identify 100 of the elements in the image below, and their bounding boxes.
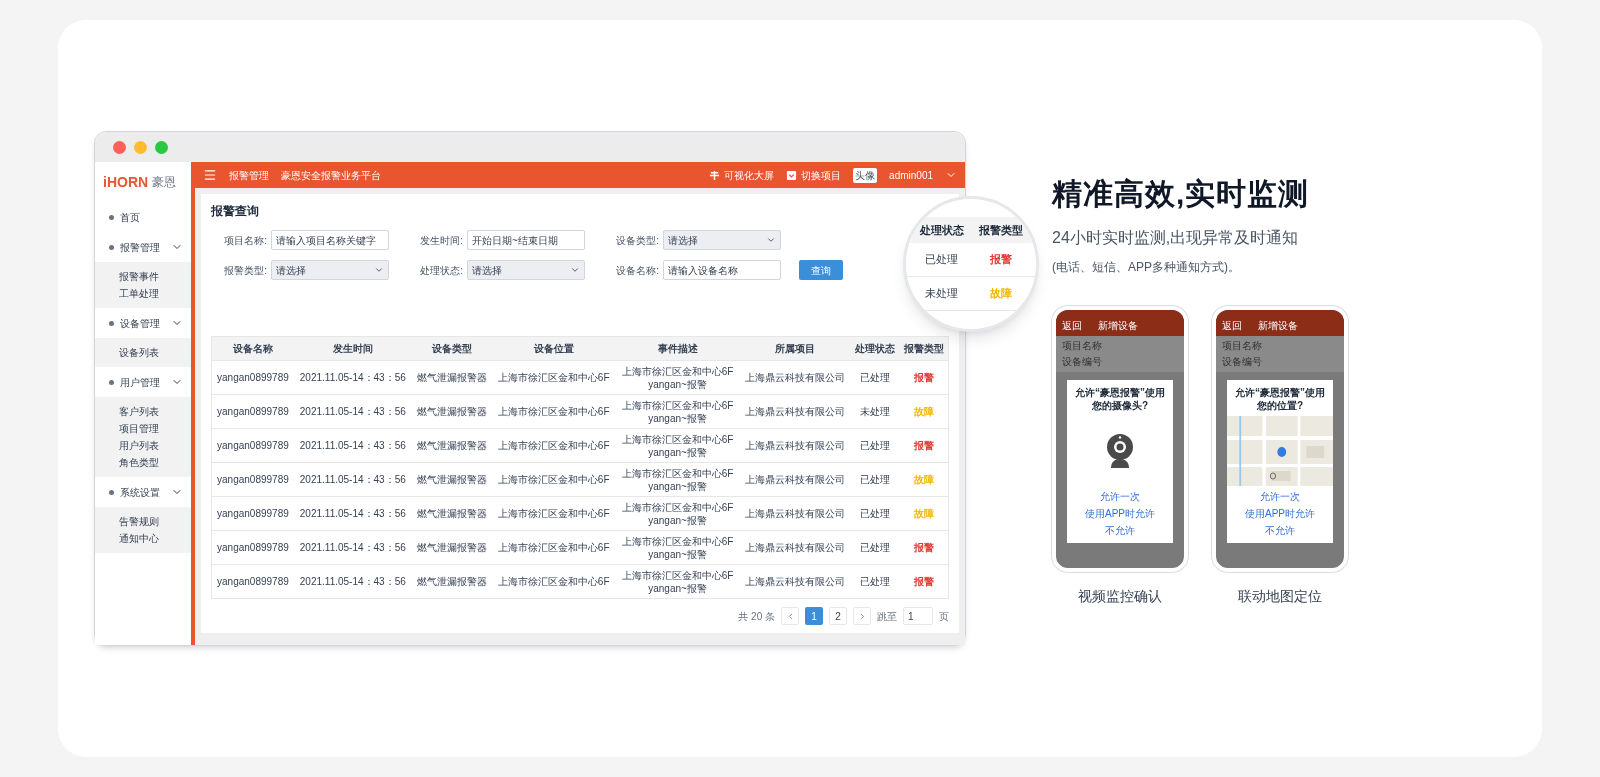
header-link[interactable]: 切换项目 [801, 167, 842, 183]
table-cell: 上海市徐汇区金和中心6F yangan~报警 [615, 564, 740, 599]
menu-icon[interactable] [203, 168, 217, 182]
table-cell: 燃气泄漏报警器 [411, 462, 492, 497]
table-cell: 2021.11.05-14：43：56 [293, 428, 412, 463]
filter-label: 项目名称: [223, 233, 267, 248]
table-cell: yangan0899789 [211, 564, 294, 599]
column-header: 处理状态 [851, 336, 900, 361]
page-input[interactable]: 1 [903, 607, 933, 625]
table-cell: 上海市徐汇区金和中心6F yangan~报警 [615, 428, 740, 463]
table-cell: 已处理 [851, 360, 900, 395]
table-cell: yangan0899789 [211, 428, 294, 463]
input-field[interactable]: 请输入设备名称 [663, 260, 781, 280]
screen-title: 新增设备 [1098, 318, 1138, 333]
sidebar-item[interactable]: 首页 [95, 202, 191, 232]
dialog-option[interactable]: 使用APP时允许 [1245, 506, 1315, 520]
logo-name: 豪恩 [152, 174, 177, 191]
next-page-button[interactable] [853, 607, 871, 625]
select-field[interactable]: 请选择 [271, 260, 389, 280]
table-cell: yangan0899789 [211, 360, 294, 395]
form-label: 项目名称 [1222, 338, 1263, 353]
feature-subtitle: 24小时实时监测,出现异常及时通知 [1052, 227, 1300, 248]
table-cell: 燃气泄漏报警器 [411, 394, 492, 429]
screen-title: 新增设备 [1258, 318, 1298, 333]
table-cell: 已处理 [851, 462, 900, 497]
sidebar-item[interactable]: 报警管理 [95, 232, 191, 262]
submenu-item[interactable]: 工单处理 [95, 285, 191, 302]
select-field[interactable]: 请选择 [467, 260, 585, 280]
logo-brand: iHORN [103, 172, 149, 192]
dialog-option[interactable]: 允许一次 [1260, 489, 1300, 503]
chevron-down-icon [374, 265, 384, 275]
column-header: 设备名称 [211, 336, 294, 361]
table-cell: 上海市徐汇区金和中心6F [491, 530, 616, 565]
filter-label: 设备类型: [615, 233, 659, 248]
total-count: 共 20 条 [738, 609, 775, 624]
back-link[interactable]: 返回 [1062, 317, 1098, 333]
column-header: 发生时间 [293, 336, 412, 361]
column-header: 设备类型 [411, 336, 492, 361]
submenu-item[interactable]: 设备列表 [95, 344, 191, 361]
submenu-item[interactable]: 客户列表 [95, 403, 191, 420]
sidebar-item[interactable]: 系统设置 [95, 477, 191, 507]
table-cell: yangan0899789 [211, 394, 294, 429]
page-button[interactable]: 2 [829, 607, 847, 625]
header-link[interactable]: 可视化大屏 [724, 167, 775, 183]
alarm-tag: 报警 [971, 251, 1030, 268]
table-cell: 上海市徐汇区金和中心6F [491, 496, 616, 531]
dialog-title: 允许“豪恩报警”使用您的位置? [1234, 385, 1326, 412]
dialog-option[interactable]: 使用APP时允许 [1085, 506, 1155, 520]
sidebar-item[interactable]: 设备管理 [95, 308, 191, 338]
input-field[interactable]: 请输入项目名称关键字 [271, 230, 389, 250]
submenu-item[interactable]: 通知中心 [95, 530, 191, 547]
column-header: 报警类型 [977, 222, 1024, 238]
dialog-option[interactable]: 不允许 [1265, 523, 1295, 537]
submenu-item[interactable]: 告警规则 [95, 513, 191, 530]
column-header: 事件描述 [615, 336, 740, 361]
column-header: 设备位置 [491, 336, 616, 361]
table-cell: 未处理 [851, 394, 900, 429]
page-title: 报警查询 [211, 203, 259, 220]
previous-page-button[interactable] [781, 607, 799, 625]
table-cell: 已处理 [851, 564, 900, 599]
form-label: 设备编号 [1062, 354, 1103, 369]
table-cell: 2021.11.05-14：43：56 [293, 462, 412, 497]
table-cell: 上海鼎云科技有限公司 [739, 564, 852, 599]
alarm-tag: 报警 [913, 542, 934, 553]
submenu-item[interactable]: 角色类型 [95, 454, 191, 471]
dialog-title: 允许“豪恩报警”使用您的摄像头? [1074, 385, 1166, 412]
submenu-item[interactable]: 报警事件 [95, 268, 191, 285]
filter-label: 处理状态: [419, 263, 463, 278]
table-cell: 上海市徐汇区金和中心6F yangan~报警 [615, 530, 740, 565]
table-cell: 燃气泄漏报警器 [411, 496, 492, 531]
input-field[interactable]: 开始日期~结束日期 [467, 230, 585, 250]
alarm-tag: 报警 [913, 440, 934, 451]
sidebar-item[interactable]: 用户管理 [95, 367, 191, 397]
submenu-item[interactable]: 项目管理 [95, 420, 191, 437]
filter-label: 设备名称: [615, 263, 659, 278]
phone-caption: 联动地图定位 [1238, 586, 1322, 606]
table-cell: yangan0899789 [211, 462, 294, 497]
dialog-option[interactable]: 允许一次 [1100, 489, 1140, 503]
submenu-item[interactable]: 用户列表 [95, 437, 191, 454]
table-cell: 燃气泄漏报警器 [411, 564, 492, 599]
alarm-tag: 报警 [913, 372, 934, 383]
table-cell: 上海市徐汇区金和中心6F yangan~报警 [615, 462, 740, 497]
dialog-option[interactable]: 不允许 [1105, 523, 1135, 537]
form-label: 设备编号 [1222, 354, 1263, 369]
table-cell: 上海市徐汇区金和中心6F [491, 462, 616, 497]
section-title: 报警管理 [229, 168, 269, 183]
table-cell: yangan0899789 [211, 496, 294, 531]
table-cell: 上海鼎云科技有限公司 [739, 530, 852, 565]
table-cell: 上海鼎云科技有限公司 [739, 462, 852, 497]
user-name[interactable]: admin001 [889, 167, 933, 183]
back-link[interactable]: 返回 [1222, 317, 1258, 333]
table-cell: 上海市徐汇区金和中心6F yangan~报警 [615, 496, 740, 531]
table-cell: 燃气泄漏报警器 [411, 530, 492, 565]
chevron-down-icon [766, 235, 776, 245]
form-label: 项目名称 [1062, 338, 1103, 353]
feature-title: 精准高效,实时监测 [1052, 175, 1311, 212]
table-cell-text: 未处理 [924, 286, 959, 302]
table-cell: 2021.11.05-14：43：56 [293, 394, 412, 429]
table-cell-text: 已处理 [924, 252, 959, 268]
select-field[interactable]: 请选择 [663, 230, 781, 250]
